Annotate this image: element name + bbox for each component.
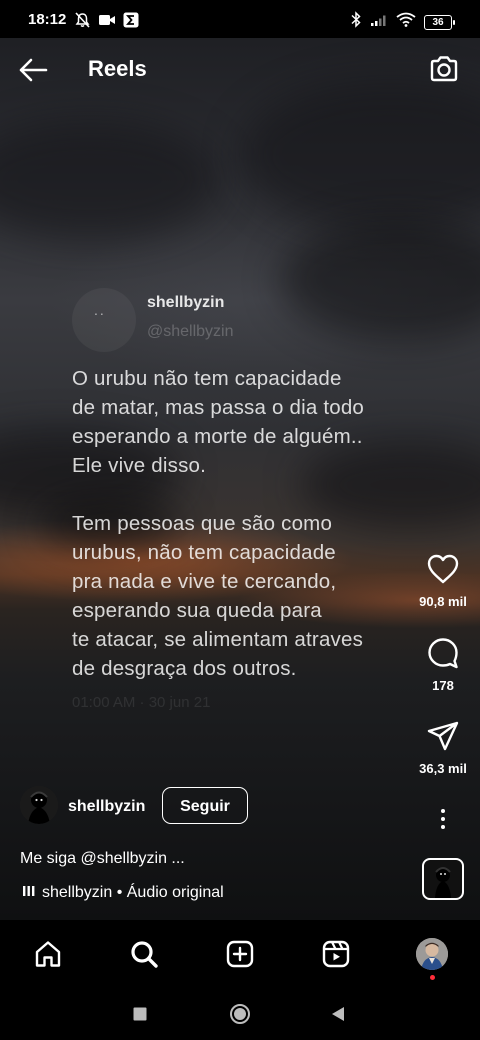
reel-caption[interactable]: Me siga @shellbyzin ... bbox=[20, 850, 185, 868]
status-time: 18:12 bbox=[28, 11, 67, 28]
system-navigation-bar bbox=[0, 988, 480, 1040]
camera-icon[interactable] bbox=[428, 53, 460, 90]
create-icon[interactable] bbox=[220, 934, 260, 974]
audio-thumbnail[interactable] bbox=[422, 858, 464, 900]
notification-dot bbox=[430, 975, 435, 980]
more-options-icon[interactable] bbox=[430, 808, 456, 830]
battery-icon: 36 bbox=[424, 14, 455, 30]
post-avatar: .. bbox=[72, 288, 136, 352]
share-count: 36,3 mil bbox=[419, 761, 467, 776]
audio-bars-icon bbox=[22, 884, 36, 902]
comment-action[interactable]: 178 bbox=[408, 637, 478, 693]
video-camera-icon bbox=[98, 13, 116, 32]
bottom-navigation bbox=[0, 920, 480, 988]
heart-icon[interactable] bbox=[426, 554, 460, 589]
reel-user-avatar[interactable] bbox=[20, 786, 58, 824]
like-action[interactable]: 90,8 mil bbox=[408, 553, 478, 609]
share-action[interactable]: 36,3 mil bbox=[408, 720, 478, 776]
reels-icon[interactable] bbox=[316, 934, 356, 974]
signal-icon bbox=[370, 13, 388, 32]
back-triangle-icon[interactable] bbox=[326, 1002, 350, 1026]
send-icon[interactable] bbox=[426, 721, 460, 756]
follow-button[interactable]: Seguir bbox=[162, 787, 248, 824]
audio-info[interactable]: shellbyzin • Áudio original bbox=[22, 884, 224, 902]
comment-icon[interactable] bbox=[426, 638, 460, 673]
bluetooth-icon bbox=[350, 11, 362, 33]
profile-avatar[interactable] bbox=[412, 934, 452, 974]
comment-count: 178 bbox=[432, 678, 454, 693]
post-handle: @shellbyzin bbox=[147, 323, 234, 340]
sigma-icon bbox=[123, 12, 139, 33]
recents-square-icon[interactable] bbox=[128, 1002, 152, 1026]
reel-username[interactable]: shellbyzin bbox=[68, 798, 145, 816]
back-arrow-icon[interactable] bbox=[18, 56, 48, 89]
like-count: 90,8 mil bbox=[419, 594, 467, 609]
page-title: Reels bbox=[88, 56, 147, 81]
home-icon[interactable] bbox=[28, 934, 68, 974]
notifications-off-icon bbox=[74, 12, 91, 33]
post-text: O urubu não tem capacidade de matar, mas… bbox=[72, 367, 365, 680]
home-circle-icon[interactable] bbox=[228, 1002, 252, 1026]
wifi-icon bbox=[396, 12, 416, 32]
status-bar: 18:12 36 bbox=[0, 0, 480, 38]
post-username: shellbyzin bbox=[147, 294, 225, 311]
post-date: 01:00 AM · 30 jun 21 bbox=[72, 694, 211, 711]
audio-label: shellbyzin • Áudio original bbox=[42, 884, 224, 901]
search-icon[interactable] bbox=[124, 934, 164, 974]
